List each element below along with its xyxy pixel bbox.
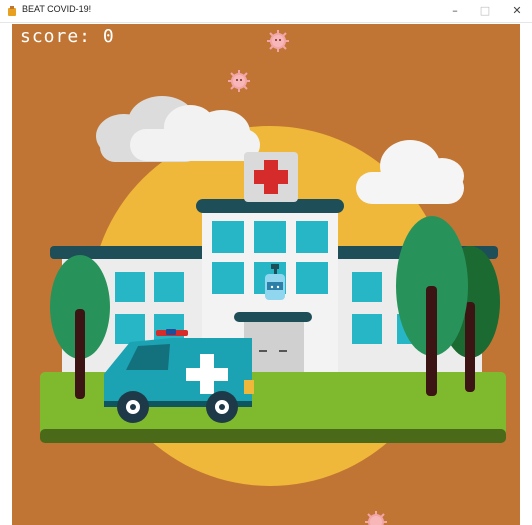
coronavirus-icon bbox=[228, 70, 250, 92]
title-bar[interactable]: BEAT COVID-19! – □ ✕ bbox=[0, 0, 532, 23]
coronavirus-icon bbox=[267, 30, 289, 52]
coronavirus-icon bbox=[365, 511, 387, 525]
score-display: score: 0 bbox=[20, 26, 115, 47]
game-canvas[interactable]: score: 0 bbox=[12, 24, 520, 525]
red-cross-horizontal bbox=[254, 170, 288, 184]
app-icon bbox=[8, 6, 16, 16]
game-window: BEAT COVID-19! – □ ✕ score: 0 bbox=[0, 0, 532, 525]
minimize-button[interactable]: – bbox=[440, 0, 470, 22]
game-scene bbox=[40, 30, 506, 525]
window-title: BEAT COVID-19! bbox=[22, 4, 92, 14]
cloud-right bbox=[356, 140, 464, 204]
maximize-button[interactable]: □ bbox=[470, 0, 500, 22]
close-button[interactable]: ✕ bbox=[502, 0, 532, 22]
